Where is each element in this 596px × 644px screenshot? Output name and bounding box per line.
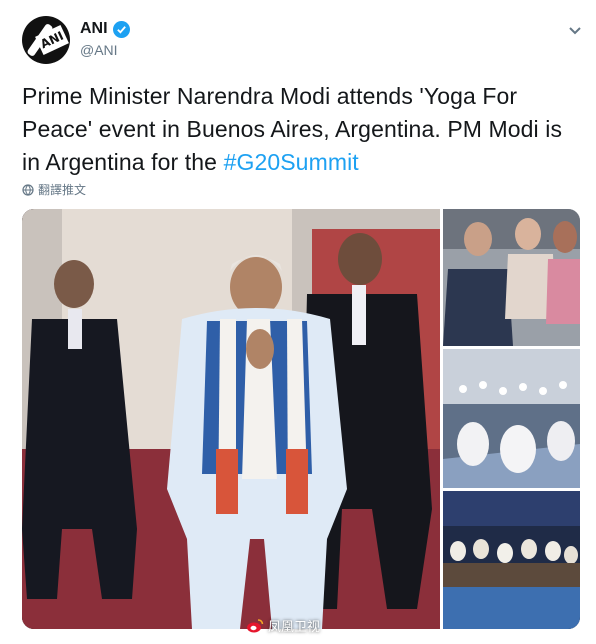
display-name[interactable]: ANI	[80, 20, 108, 38]
translate-label: 翻譯推文	[38, 183, 87, 197]
handle[interactable]: @ANI	[80, 42, 118, 58]
tweet-text: Prime Minister Narendra Modi attends 'Yo…	[22, 80, 582, 179]
avatar[interactable]: ANI	[22, 16, 70, 64]
translate-tweet-button[interactable]: 翻譯推文	[22, 181, 86, 198]
name-row: ANI	[80, 20, 130, 38]
weibo-icon	[247, 618, 264, 632]
media-grid	[22, 209, 580, 629]
globe-icon	[22, 183, 34, 196]
photo-audience-seated[interactable]	[443, 209, 580, 346]
ani-logo: ANI	[35, 25, 69, 55]
hashtag-link[interactable]: #G20Summit	[224, 149, 359, 175]
photo-musicians-stage[interactable]	[443, 491, 580, 629]
chevron-down-icon[interactable]	[568, 26, 582, 36]
watermark-text: 凤凰卫视	[268, 619, 321, 634]
photo-yoga-crowd[interactable]	[443, 349, 580, 488]
watermark: 凤凰卫视	[246, 616, 320, 635]
verified-badge-icon	[112, 20, 130, 38]
photo-modi-walking[interactable]	[22, 209, 440, 629]
tweet-header: ANI ANI @ANI	[22, 16, 582, 66]
